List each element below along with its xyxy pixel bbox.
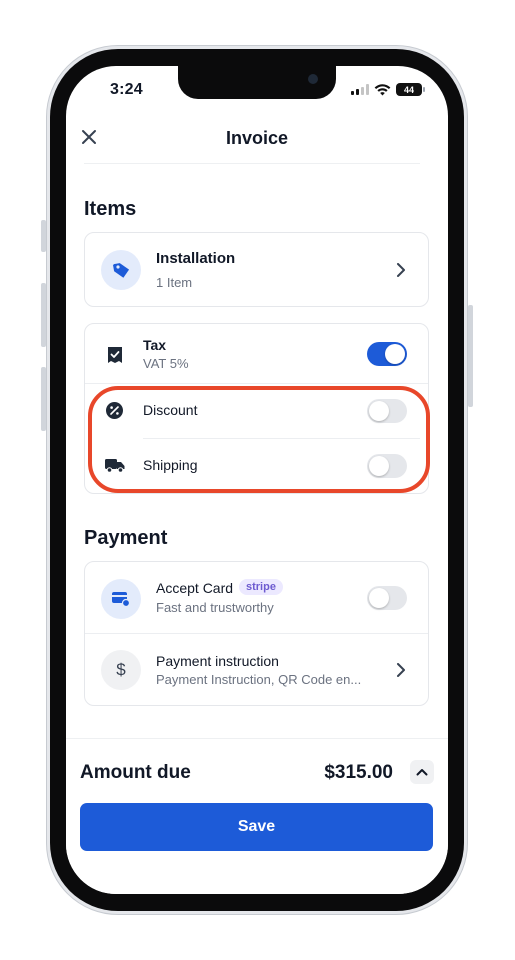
highlight-annotation bbox=[88, 386, 430, 493]
tag-icon bbox=[101, 250, 141, 290]
payment-card: Accept Card stripe Fast and trustworthy … bbox=[84, 561, 429, 706]
item-count: 1 Item bbox=[156, 275, 193, 290]
payment-section-title: Payment bbox=[84, 527, 168, 549]
stripe-badge: stripe bbox=[239, 579, 283, 595]
tax-toggle[interactable] bbox=[367, 342, 407, 366]
row-divider bbox=[85, 383, 428, 384]
payment-instruction-label: Payment instruction bbox=[156, 653, 279, 669]
phone-screen: 3:24 44 Invoice Items Installation 1 Ite… bbox=[66, 66, 448, 894]
wifi-icon bbox=[374, 83, 391, 95]
accept-card-sub: Fast and trustworthy bbox=[156, 600, 274, 615]
camera-icon bbox=[308, 74, 318, 84]
status-time: 3:24 bbox=[110, 81, 143, 98]
receipt-icon bbox=[108, 347, 122, 363]
amount-due-label: Amount due bbox=[80, 762, 191, 783]
payment-instruction-sub: Payment Instruction, QR Code en... bbox=[156, 672, 362, 687]
tax-rate: VAT 5% bbox=[143, 356, 189, 371]
credit-card-icon bbox=[101, 579, 141, 619]
expand-summary-button[interactable] bbox=[410, 760, 434, 784]
header-divider bbox=[84, 163, 420, 164]
amount-due-value: $315.00 bbox=[324, 762, 393, 783]
page-title: Invoice bbox=[225, 128, 289, 148]
phone-side-button bbox=[468, 305, 473, 407]
chevron-right-icon bbox=[397, 263, 405, 277]
status-icons: 44 bbox=[351, 83, 425, 96]
dollar-icon: $ bbox=[101, 650, 141, 690]
items-section-title: Items bbox=[84, 198, 137, 220]
signal-icon bbox=[351, 84, 369, 95]
battery-icon: 44 bbox=[396, 83, 425, 96]
item-name: Installation bbox=[156, 250, 236, 267]
item-card-installation[interactable]: Installation 1 Item bbox=[84, 232, 429, 307]
accept-card-toggle[interactable] bbox=[367, 586, 407, 610]
save-button[interactable]: Save bbox=[80, 803, 433, 851]
chevron-right-icon bbox=[397, 663, 405, 677]
notch bbox=[178, 66, 336, 99]
chevron-up-icon bbox=[416, 769, 428, 776]
accept-card-label: Accept Card bbox=[156, 580, 234, 596]
tax-label: Tax bbox=[143, 337, 167, 353]
row-divider bbox=[85, 633, 428, 634]
